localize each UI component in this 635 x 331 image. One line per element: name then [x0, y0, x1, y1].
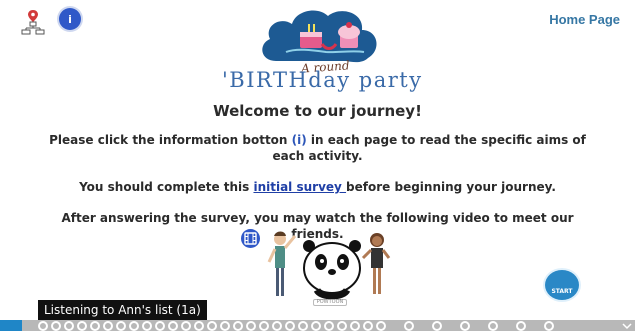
slide-dot[interactable]: [376, 320, 386, 331]
logo-title-text: 'BIRTHday party: [222, 68, 423, 92]
home-page-link[interactable]: Home Page: [549, 12, 620, 27]
slide-dot[interactable]: [324, 320, 334, 331]
slide-dot[interactable]: [516, 320, 526, 331]
slide-dot[interactable]: [168, 320, 178, 331]
slide-dot[interactable]: [194, 320, 204, 331]
slide-dot[interactable]: [350, 320, 360, 331]
survey-instruction-before: You should complete this: [79, 180, 254, 194]
slide-dot[interactable]: [129, 320, 139, 331]
slide-dot[interactable]: [103, 320, 113, 331]
video-button[interactable]: [241, 229, 260, 248]
film-icon: [244, 232, 257, 245]
slide-dot[interactable]: [64, 320, 74, 331]
characters-illustration: [267, 231, 391, 300]
slide-dot[interactable]: [363, 320, 373, 331]
slide-dot[interactable]: [298, 320, 308, 331]
birthday-party-logo: A round 'BIRTHday party: [208, 6, 428, 94]
slide-dot[interactable]: [155, 320, 165, 331]
slide-dot[interactable]: [337, 320, 347, 331]
slide-dot[interactable]: [116, 320, 126, 331]
survey-instruction: You should complete this initial survey …: [0, 179, 635, 195]
current-slide-indicator[interactable]: [0, 320, 22, 331]
slide-dot[interactable]: [259, 320, 269, 331]
start-button[interactable]: START: [545, 270, 579, 300]
slide-dot[interactable]: [285, 320, 295, 331]
info-reference: (i): [291, 133, 307, 147]
info-instruction-after: in each page to read the specific aims o…: [272, 133, 586, 163]
powtoon-watermark: POWTOON: [313, 299, 347, 306]
slide-dot[interactable]: [142, 320, 152, 331]
slide-dot[interactable]: [51, 320, 61, 331]
info-icon: i: [68, 12, 72, 26]
start-button-label: START: [551, 288, 573, 295]
slide-dot[interactable]: [220, 320, 230, 331]
slide-tooltip: Listening to Ann's list (1a): [38, 300, 207, 320]
slide-dot[interactable]: [246, 320, 256, 331]
slide-dot[interactable]: [488, 320, 498, 331]
welcome-heading: Welcome to our journey!: [213, 102, 422, 120]
slide-dot[interactable]: [90, 320, 100, 331]
slide-dot[interactable]: [181, 320, 191, 331]
cloud-cake-illustration: [262, 10, 377, 63]
slide-navigation-bar: [0, 320, 635, 331]
survey-instruction-after: before beginning your journey.: [346, 180, 556, 194]
slide-dot[interactable]: [432, 320, 442, 331]
slide-dot[interactable]: [207, 320, 217, 331]
slide-dot[interactable]: [233, 320, 243, 331]
slide-dot[interactable]: [38, 320, 48, 331]
slide-dot[interactable]: [77, 320, 87, 331]
info-instruction-before: Please click the information botton: [49, 133, 292, 147]
slide-dot[interactable]: [272, 320, 282, 331]
info-button[interactable]: i: [59, 8, 81, 30]
sitemap-icon[interactable]: [20, 9, 46, 35]
slide-dot[interactable]: [404, 320, 414, 331]
nav-menu-icon[interactable]: [619, 320, 635, 331]
slide-dot[interactable]: [544, 320, 554, 331]
info-instruction: Please click the information botton (i) …: [0, 132, 635, 164]
initial-survey-link[interactable]: initial survey: [253, 180, 346, 194]
slide-dots: [22, 320, 619, 331]
chevron-icon: [622, 322, 632, 329]
slide-dot[interactable]: [311, 320, 321, 331]
slide-dot[interactable]: [460, 320, 470, 331]
